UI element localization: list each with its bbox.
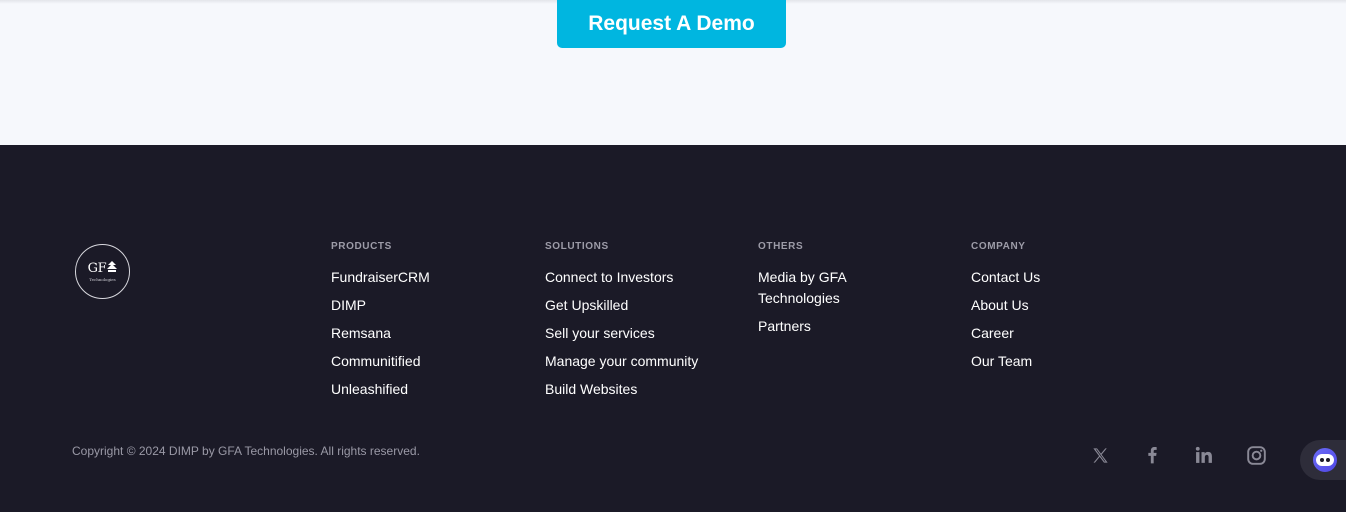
column-heading: COMPANY — [971, 241, 1026, 252]
logo-subtext: Technologies — [89, 276, 116, 282]
copyright-text: Copyright © 2024 DIMP by GFA Technologie… — [72, 444, 420, 458]
footer-link-our-team[interactable]: Our Team — [971, 351, 1040, 372]
footer-link-media-by-gfa[interactable]: Media by GFA Technologies — [758, 267, 878, 309]
footer-link-unleashified[interactable]: Unleashified — [331, 379, 430, 400]
x-icon[interactable] — [1088, 443, 1112, 467]
footer-column-products: PRODUCTS FundraiserCRM DIMP Remsana Comm… — [331, 241, 430, 407]
footer-link-build-websites[interactable]: Build Websites — [545, 379, 698, 400]
instagram-icon[interactable] — [1244, 443, 1268, 467]
footer-link-sell-your-services[interactable]: Sell your services — [545, 323, 698, 344]
footer-link-communitified[interactable]: Communitified — [331, 351, 430, 372]
footer-column-company: COMPANY Contact Us About Us Career Our T… — [971, 241, 1040, 379]
footer-column-others: OTHERS Media by GFA Technologies Partner… — [758, 241, 878, 344]
gfa-logo[interactable]: GF Technologies — [75, 244, 130, 299]
footer-link-manage-your-community[interactable]: Manage your community — [545, 351, 698, 372]
column-heading: PRODUCTS — [331, 241, 392, 252]
cta-section: Request A Demo — [0, 0, 1346, 145]
footer-link-dimp[interactable]: DIMP — [331, 295, 430, 316]
chat-bot-icon — [1313, 448, 1337, 472]
column-heading: SOLUTIONS — [545, 241, 609, 252]
footer-column-solutions: SOLUTIONS Connect to Investors Get Upski… — [545, 241, 698, 407]
logo-text: GF — [87, 260, 107, 276]
logo-mark-icon — [107, 260, 118, 277]
footer-link-career[interactable]: Career — [971, 323, 1040, 344]
footer-link-remsana[interactable]: Remsana — [331, 323, 430, 344]
footer-link-get-upskilled[interactable]: Get Upskilled — [545, 295, 698, 316]
footer-link-partners[interactable]: Partners — [758, 316, 878, 337]
facebook-icon[interactable] — [1140, 443, 1164, 467]
site-footer: GF Technologies PRODUCTS FundraiserCRM D… — [0, 145, 1346, 512]
footer-link-fundraisercrm[interactable]: FundraiserCRM — [331, 267, 430, 288]
chat-widget-button[interactable] — [1300, 440, 1346, 480]
linkedin-icon[interactable] — [1192, 443, 1216, 467]
footer-link-about-us[interactable]: About Us — [971, 295, 1040, 316]
footer-link-contact-us[interactable]: Contact Us — [971, 267, 1040, 288]
column-heading: OTHERS — [758, 241, 804, 252]
footer-link-connect-to-investors[interactable]: Connect to Investors — [545, 267, 698, 288]
request-demo-button[interactable]: Request A Demo — [557, 0, 786, 48]
